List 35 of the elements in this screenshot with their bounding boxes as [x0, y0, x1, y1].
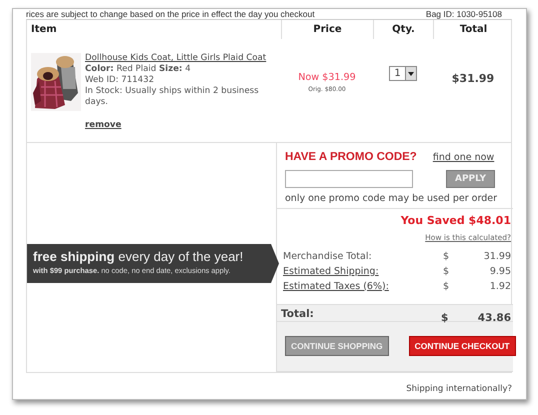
notice-text: rices are subject to change based on the price in effect the day you checkout	[26, 9, 315, 19]
summary-label: Merchandise Total:	[283, 250, 372, 262]
promo-title: HAVE A PROMO CODE?	[285, 150, 417, 165]
summary-amount: 31.99	[484, 250, 511, 262]
sale-price: Now $31.99	[297, 71, 357, 85]
quantity-select[interactable]: 1	[389, 66, 417, 81]
column-header: Price	[313, 24, 342, 35]
currency-symbol: $	[443, 250, 450, 262]
international-link[interactable]: Shipping internationally?	[406, 384, 512, 394]
remove-link[interactable]: remove	[85, 120, 122, 131]
promo-code-field[interactable]	[285, 170, 413, 188]
summary-link[interactable]: Estimated Taxes (6%):	[283, 280, 389, 292]
web-id: Web ID: 711432	[85, 75, 156, 86]
total-label: Total:	[281, 308, 314, 320]
product-link[interactable]: Dollhouse Kids Coat, Little Girls Plaid Coat	[85, 53, 266, 63]
find-code-link[interactable]: find one now	[432, 151, 494, 166]
checkout-button[interactable]: CONTINUE CHECKOUT	[408, 336, 516, 356]
summary-amount: 1.92	[490, 280, 511, 292]
column-header: Qty.	[392, 24, 415, 35]
column-header: Item	[31, 24, 57, 35]
currency-symbol: $	[443, 266, 450, 276]
currency-symbol: $	[443, 280, 450, 292]
column-header: Total	[460, 24, 488, 35]
stock-status: In Stock: Usually ships within 2 business days.	[85, 86, 260, 108]
bag-id: Bag ID: 1030-95108	[426, 9, 502, 19]
banner-headline: free shipping every day of the year!	[33, 249, 244, 265]
total-amount: 43.86	[478, 312, 511, 324]
summary-amount: 9.95	[490, 266, 511, 276]
caret-icon	[408, 72, 414, 76]
currency-symbol: $	[441, 312, 448, 324]
summary-link[interactable]: Estimated Shipping:	[283, 266, 379, 276]
promo-note: only one promo code may be used per order	[285, 192, 498, 206]
savings-amount: You Saved $48.01	[400, 214, 511, 227]
color-attribute: Color: Red Plaid Size: 4	[85, 64, 191, 74]
item-total: $31.99	[452, 72, 494, 85]
